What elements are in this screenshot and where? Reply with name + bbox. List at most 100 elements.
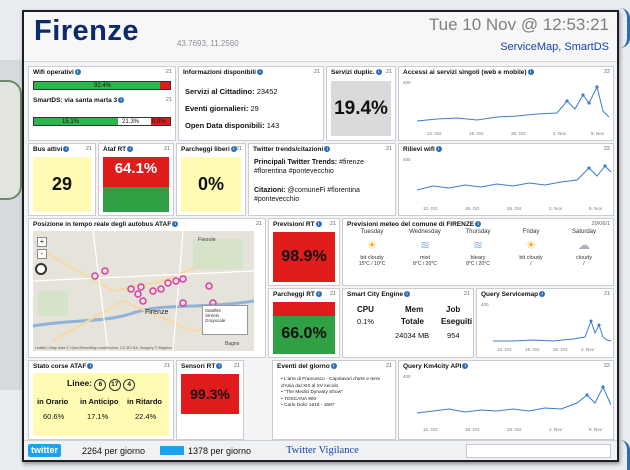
widget-info[interactable]: Informazioni disponibili i 21 Servizi al … — [178, 66, 324, 141]
info-icon[interactable]: i — [87, 363, 94, 370]
widget-eventi[interactable]: Eventi del giorno i 21 • L'arte di France… — [272, 360, 396, 440]
widget-parking-free[interactable]: Parcheggi liberi i 21 0% — [176, 143, 246, 216]
forecast-day: Friday ☀ bit cloudy / — [506, 229, 556, 267]
events-list: • L'arte di Francesco - Capolavori d'art… — [281, 377, 393, 410]
info-icon[interactable]: i — [127, 146, 134, 153]
bar-label: 15.1% — [62, 119, 80, 125]
widget-bus-map[interactable]: Posizione in tempo reale degli autobus A… — [28, 218, 266, 358]
info-icon[interactable]: i — [315, 221, 322, 228]
x-axis-label: 2. Nov — [549, 427, 563, 432]
stato-value: 60.6% — [43, 412, 65, 421]
partner-logos — [466, 444, 611, 458]
widget-previsioni-rt[interactable]: Previsioni RT i 21 98.9% — [268, 218, 340, 286]
bar-label: 21.3% — [122, 119, 140, 125]
y-axis-label: 400 — [403, 157, 411, 162]
info-icon[interactable]: i — [435, 146, 442, 153]
bus-map[interactable]: + - Firenze Fiesole Bagno Satellite Stre… — [33, 231, 254, 351]
stato-header: in Ritardo — [127, 397, 162, 406]
background-decoration — [0, 80, 22, 200]
widget-parcheggi-rt[interactable]: Parcheggi RT i 21 66.0% — [268, 288, 340, 358]
widget-id: 21 — [163, 363, 170, 369]
city-title: Firenze — [34, 15, 140, 47]
widget-id: 22 — [603, 146, 610, 152]
info-icon[interactable]: i — [256, 69, 263, 76]
widget-duplicates[interactable]: Servizi duplic. i 21 19.4% — [326, 66, 396, 141]
widget-title: Twitter trends/citazioni i — [253, 146, 331, 153]
info-icon[interactable]: i — [539, 291, 546, 298]
widget-smart-city-engine[interactable]: Smart City Engine i 21 CPU Mem Job Totale… — [342, 288, 474, 358]
twitter-vigilance-link[interactable]: Twitter Vigilance — [286, 445, 359, 456]
x-axis-label: 2. Nov — [581, 347, 595, 352]
list-item[interactable]: • "The Medici Dynasty Show" — [281, 390, 393, 397]
widget-title: Rilievi wifi i — [403, 146, 442, 153]
info-icon[interactable]: i — [330, 363, 337, 370]
bar-label: 0.0% — [152, 119, 166, 125]
widget-id: 21 — [385, 69, 392, 75]
bar-remainder — [159, 82, 170, 89]
twitter-rate: 2264 per giorno — [82, 446, 146, 456]
info-icon[interactable]: i — [74, 69, 81, 76]
previsioni-value: 98.9% — [273, 232, 335, 282]
ataf-green-box — [103, 187, 169, 212]
line-badge[interactable]: 4 — [123, 379, 136, 391]
widget-id: 21 — [329, 291, 336, 297]
forecast-day: Thursday ≋ bleary 8°C / 20°C — [453, 229, 503, 267]
engine-header: Totale — [401, 317, 424, 326]
widget-title: Parcheggi liberi i — [181, 146, 237, 153]
info-icon[interactable]: i — [63, 146, 70, 153]
info-icon[interactable]: i — [527, 69, 534, 76]
x-axis-label: 26. Oct — [507, 206, 522, 211]
widget-ataf-rt[interactable]: Ataf RT i 21 64.1% — [98, 143, 174, 216]
widget-id: 21 — [233, 363, 240, 369]
info-icon[interactable]: i — [375, 69, 382, 76]
twitter-logo[interactable]: twitter — [28, 444, 61, 457]
info-icon[interactable]: i — [118, 97, 125, 104]
info-icon[interactable]: i — [475, 221, 482, 228]
brand-label: ServiceMap, SmartDS — [500, 41, 609, 53]
stato-lines: Linee: 6 17 4 — [67, 378, 136, 391]
widget-title: Stato corse ATAF i — [33, 363, 94, 370]
widget-access-chart[interactable]: Accessi ai servizi singoli (web e mobile… — [398, 66, 614, 141]
smartds-progress-bar: 15.1% 21.3% 0.0% — [33, 117, 171, 126]
x-axis-label: 19. Oct — [525, 347, 540, 352]
engine-header: Mem — [405, 305, 424, 314]
widget-sensori-rt[interactable]: Sensori RT i 21 99.3% — [176, 360, 244, 440]
wifi-line-chart — [417, 164, 611, 191]
info-icon[interactable]: i — [462, 363, 469, 370]
fog-icon: ≋ — [419, 238, 431, 252]
widget-title: Posizione in tempo reale degli autobus A… — [33, 221, 179, 228]
line-badge[interactable]: 6 — [94, 379, 107, 391]
info-icon[interactable]: i — [324, 146, 331, 153]
cloud-icon: ☁ — [578, 238, 590, 252]
widget-wifi-detections[interactable]: Rilievi wifi i 22 400 12. Oct 19. Oct 26.… — [398, 143, 614, 216]
widget-id: 22 — [603, 363, 610, 369]
list-item[interactable]: • L'arte di Francesco - Capolavori d'art… — [281, 377, 393, 390]
dashboard-footer: twitter 2264 per giorno 1378 per giorno … — [24, 440, 617, 460]
info-icon[interactable]: i — [315, 291, 322, 298]
stage: Firenze 43.7693, 11.2560 Tue 10 Nov @ 12… — [0, 0, 630, 470]
twitter-trends-text: Principali Twitter Trends: #firenze #flo… — [254, 159, 364, 175]
list-item[interactable]: • Carlo Dolci 1616 - 1687 — [281, 403, 393, 410]
widget-twitter-trends[interactable]: Twitter trends/citazioni i 21 Principali … — [248, 143, 396, 216]
widget-meteo[interactable]: Previsioni meteo del comune di FIRENZE i … — [342, 218, 614, 286]
info-icon[interactable]: i — [216, 363, 223, 370]
widget-title: Parcheggi RT i — [273, 291, 322, 298]
decoration-arc — [618, 8, 630, 48]
forecast-day: Tuesday ☀ bit cloudy 15°C / 10°C — [347, 229, 397, 267]
forecast-day: Saturday ☁ cloudy / — [559, 229, 609, 267]
info-line: Servizi al Cittadino: 23452 — [185, 87, 278, 96]
widget-stato-corse[interactable]: Stato corse ATAF i 21 Linee: 6 17 4 in Or… — [28, 360, 174, 440]
line-badge[interactable]: 17 — [108, 379, 121, 391]
widget-wifi[interactable]: Wifi operativi i 21 92.4% SmartDS: via sa… — [28, 66, 176, 141]
widget-query-km4city[interactable]: Query Km4city API i 22 400 12. Oct 19. Oc… — [398, 360, 614, 440]
widget-bus[interactable]: Bus attivi i 21 29 — [28, 143, 96, 216]
legend-item[interactable]: Grayscale — [205, 318, 245, 323]
x-axis-label: 2. Nov — [549, 206, 563, 211]
x-axis-label: 26. Oct — [511, 131, 526, 136]
info-icon[interactable]: i — [403, 291, 410, 298]
map-layer-legend[interactable]: Satellite Streets Grayscale — [202, 305, 248, 335]
engine-mem-value: 24034 MB — [395, 331, 430, 340]
x-axis-label: 26. Oct — [553, 347, 568, 352]
widget-query-servicemap[interactable]: Query Servicemap i 21 400 12. Oct 19. Oct… — [476, 288, 614, 358]
info-icon[interactable]: i — [172, 221, 179, 228]
